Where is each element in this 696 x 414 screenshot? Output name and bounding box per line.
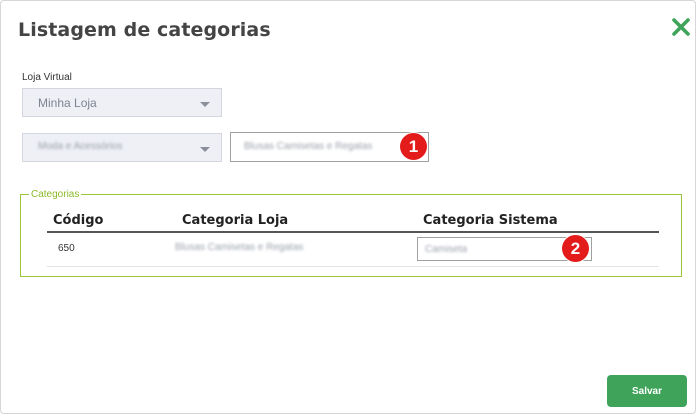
category-select-value: Moda e Acessórios <box>38 141 123 152</box>
loja-virtual-value: Minha Loja <box>38 96 97 110</box>
annotation-badge-2: 2 <box>562 235 589 262</box>
column-header-codigo: Código <box>53 213 104 228</box>
category-input-value: Blusas Camisetas e Regatas <box>244 141 373 152</box>
save-button[interactable]: Salvar <box>607 375 687 407</box>
cell-codigo: 650 <box>58 243 75 254</box>
table-header-divider <box>47 231 659 233</box>
table-row-divider <box>47 266 659 267</box>
category-listing-modal: Listagem de categorias Loja Virtual Minh… <box>0 0 696 414</box>
categorias-legend: Categorias <box>31 189 80 200</box>
annotation-badge-1: 1 <box>400 133 427 160</box>
categoria-sistema-value: Camiseta <box>425 244 468 255</box>
column-header-categoria-loja: Categoria Loja <box>182 213 289 228</box>
column-header-categoria-sistema: Categoria Sistema <box>423 213 558 228</box>
categorias-fieldset: Categorias <box>20 189 682 277</box>
modal-title: Listagem de categorias <box>18 19 271 41</box>
chevron-down-icon <box>200 147 210 152</box>
close-icon[interactable] <box>672 18 690 36</box>
loja-virtual-label: Loja Virtual <box>22 72 72 83</box>
cell-categoria-loja: Blusas Camisetas e Regatas <box>175 242 304 253</box>
chevron-down-icon <box>200 102 210 107</box>
category-select[interactable]: Moda e Acessórios <box>22 133 222 162</box>
loja-virtual-select[interactable]: Minha Loja <box>22 88 222 117</box>
